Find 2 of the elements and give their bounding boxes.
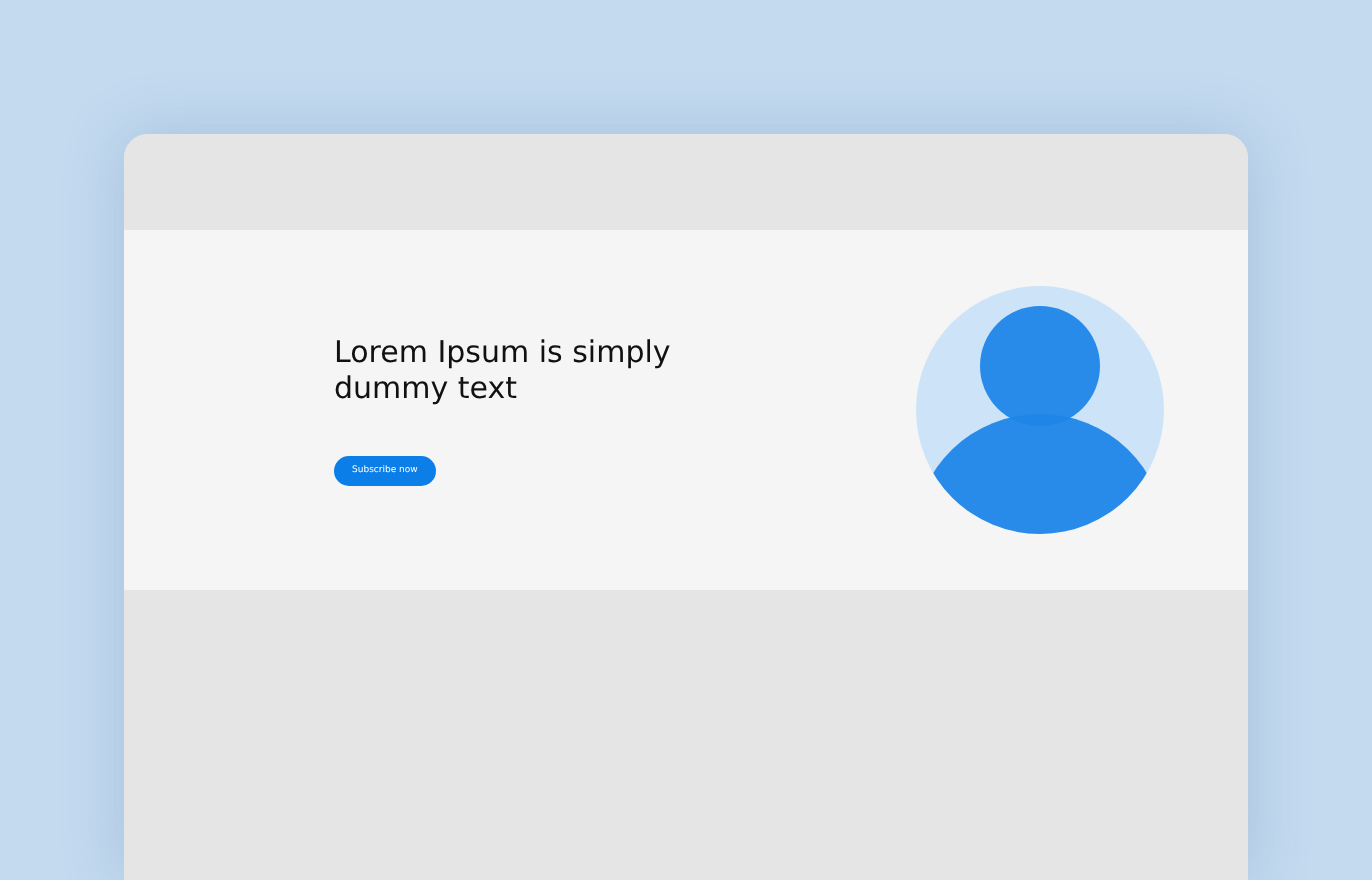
avatar-icon	[916, 286, 1164, 534]
hero-heading: Lorem Ipsum is simply dummy text	[334, 334, 673, 406]
